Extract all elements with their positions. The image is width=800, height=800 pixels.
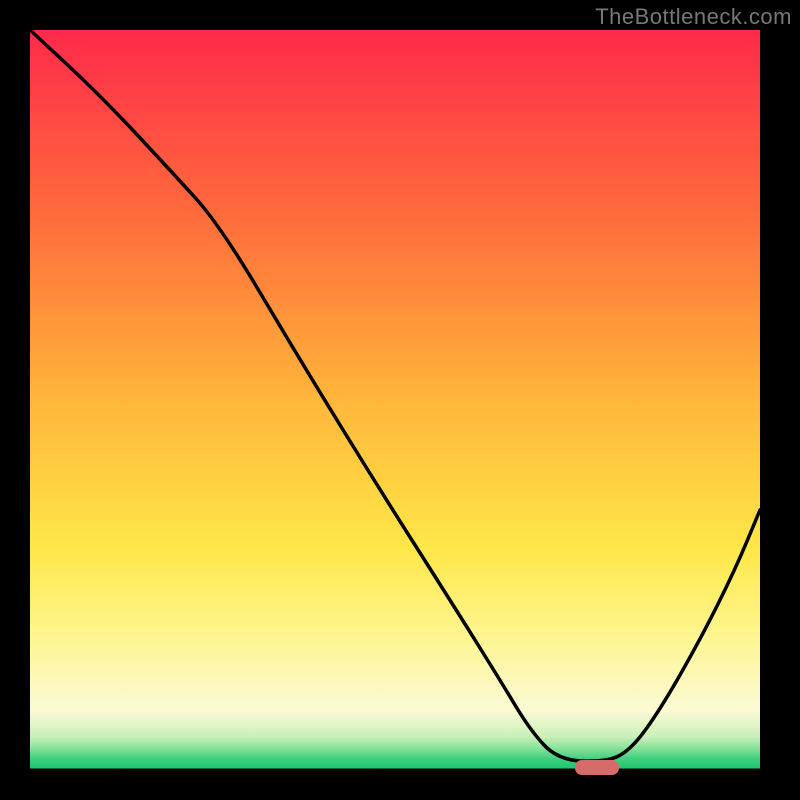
bottleneck-chart bbox=[0, 0, 800, 800]
plot-gradient-background bbox=[30, 30, 760, 770]
watermark-text: TheBottleneck.com bbox=[595, 4, 792, 30]
optimal-zone-marker bbox=[575, 760, 619, 775]
